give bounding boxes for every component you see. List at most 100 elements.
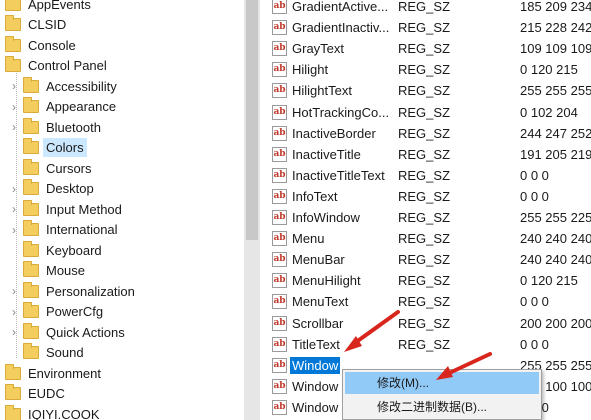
tree-item-label: AppEvents [28, 0, 91, 12]
value-row[interactable]: ab HotTrackingCo... REG_SZ 0 102 204 [260, 102, 591, 123]
tree-item-desktop[interactable]: › Desktop [0, 179, 244, 199]
context-menu: 修改(M)... 修改二进制数据(B)... [342, 369, 542, 420]
value-data: 0 102 204 [520, 104, 578, 120]
tree-item-label: International [46, 222, 118, 237]
value-row[interactable]: ab GradientInactiv... REG_SZ 215 228 242 [260, 17, 591, 38]
tree-item-quick-actions[interactable]: › Quick Actions [0, 322, 244, 342]
tree-item-international[interactable]: › International [0, 220, 244, 240]
expand-chevron-icon[interactable]: › [9, 220, 19, 240]
folder-icon [23, 158, 39, 175]
value-row[interactable]: ab GrayText REG_SZ 109 109 109 [260, 38, 591, 59]
value-name: GrayText [292, 41, 345, 57]
tree-item-iqiyi-cook[interactable]: IQIYI.COOK [0, 404, 244, 420]
folder-icon [5, 35, 21, 52]
value-row[interactable]: ab InactiveTitleText REG_SZ 0 0 0 [260, 165, 591, 186]
folder-icon [23, 261, 39, 277]
tree-item-label: CLSID [28, 17, 67, 32]
folder-icon [23, 76, 39, 93]
expand-chevron-icon[interactable]: › [9, 281, 19, 301]
value-type: REG_SZ [398, 104, 451, 120]
folder-icon [23, 343, 39, 359]
value-row[interactable]: ab MenuText REG_SZ 0 0 0 [260, 291, 591, 312]
string-value-icon: ab [272, 315, 287, 331]
expand-chevron-icon[interactable]: › [9, 322, 19, 342]
tree-item-accessibility[interactable]: › Accessibility [0, 76, 244, 96]
expand-chevron-icon[interactable]: › [9, 76, 19, 96]
value-name: GradientInactiv... [292, 20, 390, 36]
expand-chevron-icon[interactable]: › [9, 179, 19, 199]
value-row[interactable]: ab MenuBar REG_SZ 240 240 240 [260, 249, 591, 270]
string-value-icon: ab [272, 188, 287, 204]
tree-item-appevents[interactable]: AppEvents [0, 0, 244, 14]
string-value-icon: ab [272, 104, 287, 120]
tree-item-control-panel[interactable]: Control Panel [0, 56, 244, 76]
tree-item-label: Quick Actions [46, 324, 125, 340]
tree-item-input-method[interactable]: › Input Method [0, 199, 244, 219]
tree-item-label: Input Method [46, 201, 122, 217]
folder-icon [23, 220, 39, 236]
value-type: REG_SZ [398, 252, 451, 268]
tree-item-label: Control Panel [28, 58, 107, 73]
tree-item-label: Console [28, 37, 76, 53]
value-name: Window [292, 399, 339, 415]
tree-item-sound[interactable]: Sound [0, 343, 244, 363]
folder-icon [23, 179, 39, 195]
value-row[interactable]: ab Hilight REG_SZ 0 120 215 [260, 59, 591, 80]
string-value-icon: ab [272, 399, 287, 415]
tree-item-powercfg[interactable]: › PowerCfg [0, 302, 244, 322]
tree-item-mouse[interactable]: Mouse [0, 261, 244, 281]
tree-item-clsid[interactable]: CLSID [0, 15, 244, 35]
value-data: 0 120 215 [520, 273, 578, 289]
value-row[interactable]: ab InactiveTitle REG_SZ 191 205 219 [260, 144, 591, 165]
tree-item-cursors[interactable]: Cursors [0, 158, 244, 178]
value-row[interactable]: ab Scrollbar REG_SZ 200 200 200 [260, 313, 591, 334]
tree-item-label: Desktop [46, 181, 94, 196]
value-type: REG_SZ [398, 146, 451, 162]
value-type: REG_SZ [398, 125, 451, 141]
value-data: 191 205 219 [520, 146, 591, 162]
tree-item-console[interactable]: Console [0, 35, 244, 55]
folder-icon [5, 56, 21, 72]
tree-item-label: Keyboard [46, 242, 102, 258]
tree-item-appearance[interactable]: › Appearance [0, 97, 244, 117]
string-value-icon: ab [272, 167, 287, 183]
value-name: MenuText [292, 294, 349, 310]
expand-chevron-icon[interactable]: › [9, 97, 19, 117]
value-type: REG_SZ [398, 41, 451, 57]
value-data: 255 255 255 [520, 83, 591, 99]
folder-icon [23, 240, 39, 257]
value-row[interactable]: ab InfoWindow REG_SZ 255 255 225 [260, 207, 591, 228]
menu-item-modify-binary[interactable]: 修改二进制数据(B)... [345, 396, 539, 418]
value-name: HotTrackingCo... [292, 104, 390, 120]
string-value-icon: ab [272, 20, 287, 36]
registry-values-pane[interactable]: ab GradientActive... REG_SZ 185 209 234 ab Gr… [260, 0, 591, 420]
expand-chevron-icon[interactable]: › [9, 302, 19, 322]
string-value-icon: ab [272, 357, 287, 373]
tree-item-colors[interactable]: Colors [0, 138, 244, 158]
string-value-icon: ab [272, 125, 287, 141]
expand-chevron-icon[interactable]: › [9, 117, 19, 137]
value-row[interactable]: ab MenuHilight REG_SZ 0 120 215 [260, 270, 591, 291]
expand-chevron-icon[interactable]: › [9, 199, 19, 219]
tree-item-keyboard[interactable]: Keyboard [0, 240, 244, 260]
value-row[interactable]: ab HilightText REG_SZ 255 255 255 [260, 80, 591, 101]
value-row[interactable]: ab InactiveBorder REG_SZ 244 247 252 [260, 123, 591, 144]
value-data: 215 228 242 [520, 20, 591, 36]
value-row[interactable]: ab Menu REG_SZ 240 240 240 [260, 228, 591, 249]
tree-item-personalization[interactable]: › Personalization [0, 281, 244, 301]
string-value-icon: ab [272, 62, 287, 78]
value-row[interactable]: ab GradientActive... REG_SZ 185 209 234 [260, 0, 591, 17]
tree-item-label: Bluetooth [46, 119, 101, 135]
folder-icon [23, 322, 39, 339]
folder-icon [23, 199, 39, 216]
tree-item-eudc[interactable]: EUDC [0, 384, 244, 404]
registry-tree-pane[interactable]: AppEvents CLSID Console Control Panel › Acces… [0, 0, 244, 420]
tree-item-environment[interactable]: Environment [0, 363, 244, 383]
value-row[interactable]: ab InfoText REG_SZ 0 0 0 [260, 186, 591, 207]
value-row[interactable]: ab TitleText REG_SZ 0 0 0 [260, 334, 591, 355]
tree-item-bluetooth[interactable]: › Bluetooth [0, 117, 244, 137]
folder-icon [5, 404, 21, 420]
menu-item-modify[interactable]: 修改(M)... [345, 372, 539, 394]
value-type: REG_SZ [398, 294, 451, 310]
tree-scrollbar-thumb[interactable] [246, 0, 258, 240]
